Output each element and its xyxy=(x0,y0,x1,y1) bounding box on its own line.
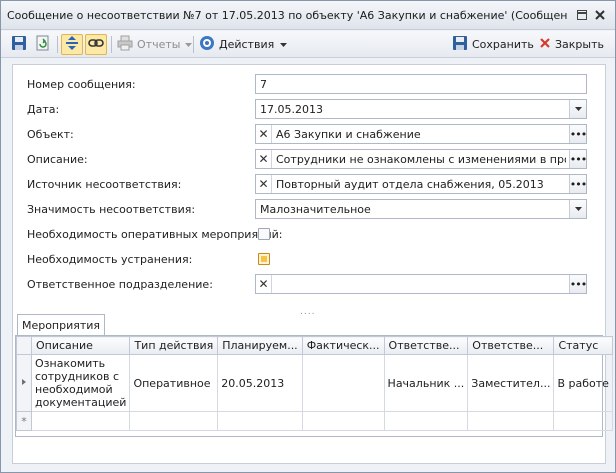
significance-select[interactable]: Малозначительное xyxy=(255,199,587,219)
row-indicator[interactable] xyxy=(16,354,32,412)
chevron-down-icon xyxy=(185,38,193,51)
actions-label: Действия xyxy=(219,38,275,51)
column-header[interactable]: Ответстве... xyxy=(467,336,555,355)
ellipsis-icon[interactable]: ••• xyxy=(569,150,587,168)
table-cell[interactable] xyxy=(129,411,219,431)
toolbar-separator xyxy=(111,36,112,53)
clear-icon[interactable]: ✕ xyxy=(256,125,272,143)
clear-icon[interactable]: ✕ xyxy=(256,150,272,168)
close-label: Закрыть xyxy=(555,38,604,51)
date-field[interactable]: 17.05.2013 xyxy=(255,99,587,119)
close-button[interactable]: Закрыть xyxy=(539,34,604,55)
column-header[interactable]: Статус xyxy=(553,336,613,355)
gear-globe-icon xyxy=(199,35,215,54)
floppy-icon xyxy=(452,35,468,54)
table-row[interactable]: Ознакомить сотрудников с необходимой док… xyxy=(16,354,613,412)
chevron-down-icon[interactable] xyxy=(569,100,586,118)
save-button[interactable]: Сохранить xyxy=(452,34,534,55)
date-label: Дата: xyxy=(27,103,60,116)
toolbar: Отчеты Действия Сохранить Закрыть xyxy=(1,31,615,58)
significance-label: Значимость несоответствия: xyxy=(27,203,196,216)
refresh-button[interactable] xyxy=(35,34,51,55)
new-row-marker: * xyxy=(16,411,32,431)
table-cell[interactable] xyxy=(217,411,303,431)
printer-icon xyxy=(117,35,133,54)
clear-icon[interactable]: ✕ xyxy=(256,275,272,293)
save-label: Сохранить xyxy=(472,38,534,51)
number-value: 7 xyxy=(260,78,267,91)
date-value: 17.05.2013 xyxy=(260,103,323,116)
expand-toggle-button[interactable] xyxy=(61,34,83,55)
refresh-icon xyxy=(35,35,51,54)
actions-button[interactable]: Действия xyxy=(199,34,288,55)
reports-label: Отчеты xyxy=(137,38,181,51)
number-label: Номер сообщения: xyxy=(27,78,136,91)
chevron-down-icon[interactable] xyxy=(569,200,586,218)
source-field[interactable]: ✕ Повторный аудит отдела снабжения, 05.2… xyxy=(255,174,587,194)
toolbar-separator xyxy=(193,36,194,53)
form-window: Сообщение о несоответствии №7 от 17.05.2… xyxy=(0,0,616,473)
row-selector-header xyxy=(16,336,32,355)
close-icon[interactable] xyxy=(593,8,607,22)
department-label: Ответственное подразделение: xyxy=(27,278,213,291)
urgent-label: Необходимость оперативных мероприятий: xyxy=(27,228,283,241)
description-value: Сотрудники не ознакомлены с изменениями … xyxy=(276,153,566,166)
number-field[interactable]: 7 xyxy=(255,74,587,94)
table-cell-status[interactable]: В работе xyxy=(553,354,613,412)
column-header[interactable]: Описание xyxy=(30,336,131,355)
fix-checkbox[interactable] xyxy=(258,253,270,265)
fix-label: Необходимость устранения: xyxy=(27,253,193,266)
tab-measures[interactable]: Мероприятия xyxy=(17,314,105,336)
urgent-checkbox[interactable] xyxy=(258,228,270,240)
new-row[interactable]: * xyxy=(16,411,613,431)
title-bar[interactable]: Сообщение о несоответствии №7 от 17.05.2… xyxy=(1,1,615,30)
table-cell-description[interactable]: Ознакомить сотрудников с необходимой док… xyxy=(30,354,131,412)
row-pointer-icon xyxy=(22,378,26,385)
table-cell[interactable] xyxy=(30,411,131,431)
department-field[interactable]: ✕ ••• xyxy=(255,274,587,294)
description-label: Описание: xyxy=(27,153,88,166)
grid-header-row: Описание Тип действия Планируем... Факти… xyxy=(16,336,613,355)
tab-label: Мероприятия xyxy=(21,319,101,332)
form-panel: Номер сообщения: 7 Дата: 17.05.2013 Объе… xyxy=(12,64,613,464)
toolbar-separator xyxy=(57,36,58,53)
table-cell[interactable] xyxy=(383,411,469,431)
column-header[interactable]: Ответстве... xyxy=(383,336,469,355)
ellipsis-icon[interactable]: ••• xyxy=(569,275,587,293)
table-cell-action-type[interactable]: Оперативное xyxy=(129,354,219,412)
description-field[interactable]: ✕ Сотрудники не ознакомлены с изменениям… xyxy=(255,149,587,169)
table-cell-responsible-dept[interactable]: Начальник ... xyxy=(383,354,469,412)
reports-button[interactable]: Отчеты xyxy=(117,34,193,55)
object-value: А6 Закупки и снабжение xyxy=(276,128,421,141)
table-cell-actual[interactable] xyxy=(301,354,385,412)
column-header[interactable]: Тип действия xyxy=(129,336,219,355)
clear-icon[interactable]: ✕ xyxy=(256,175,272,193)
column-header[interactable]: Фактическ... xyxy=(301,336,385,355)
table-cell-responsible-person[interactable]: Заместител... xyxy=(467,354,555,412)
table-cell[interactable] xyxy=(553,411,613,431)
object-label: Объект: xyxy=(27,128,74,141)
ellipsis-icon[interactable]: ••• xyxy=(569,125,587,143)
chevron-down-icon xyxy=(280,38,288,51)
minimize-icon[interactable] xyxy=(575,8,589,22)
column-header[interactable]: Планируем... xyxy=(217,336,303,355)
object-field[interactable]: ✕ А6 Закупки и снабжение ••• xyxy=(255,124,587,144)
expand-vertical-icon xyxy=(65,35,79,54)
ellipsis-icon[interactable]: ••• xyxy=(569,175,587,193)
measures-grid: Описание Тип действия Планируем... Факти… xyxy=(15,335,613,437)
table-cell-planned[interactable]: 20.05.2013 xyxy=(217,354,303,412)
splitter-handle[interactable]: .... xyxy=(300,307,315,317)
link-icon xyxy=(88,36,104,53)
save-small-button[interactable] xyxy=(11,34,27,55)
table-cell[interactable] xyxy=(301,411,385,431)
link-toggle-button[interactable] xyxy=(85,34,107,55)
floppy-icon xyxy=(11,35,27,54)
table-cell[interactable] xyxy=(467,411,555,431)
significance-value: Малозначительное xyxy=(260,203,371,216)
source-label: Источник несоответствия: xyxy=(27,178,182,191)
window-title: Сообщение о несоответствии №7 от 17.05.2… xyxy=(7,9,567,22)
close-x-icon xyxy=(539,37,551,52)
source-value: Повторный аудит отдела снабжения, 05.201… xyxy=(276,178,544,191)
